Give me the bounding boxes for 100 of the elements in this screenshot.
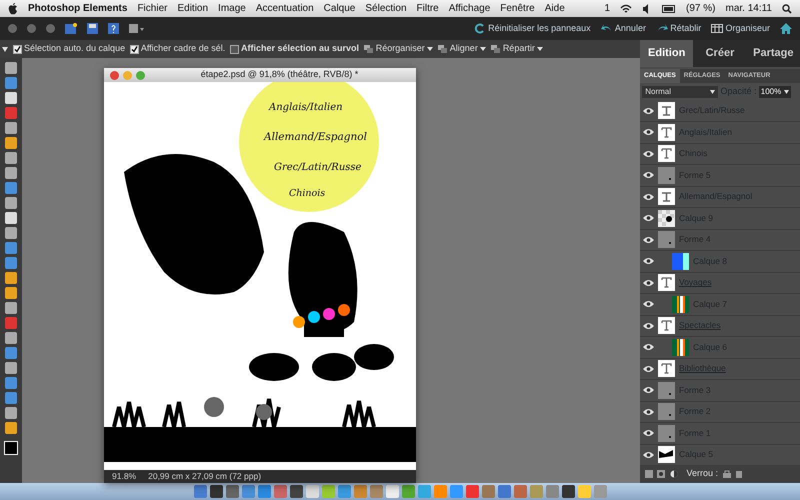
visibility-eye-icon[interactable] (643, 192, 654, 201)
visibility-eye-icon[interactable] (643, 257, 654, 266)
dropdown-menu-button[interactable]: Aligner (450, 42, 478, 56)
visibility-eye-icon[interactable] (643, 343, 654, 352)
caret-icon[interactable] (480, 47, 486, 51)
toolbar-action[interactable]: Réinitialiser les panneaux (488, 22, 591, 36)
save-icon[interactable] (87, 23, 98, 34)
toolbar-action[interactable]: Organiseur (725, 22, 770, 36)
visibility-eye-icon[interactable] (643, 278, 654, 287)
adjustment-icon[interactable] (670, 470, 678, 478)
visibility-eye-icon[interactable] (643, 106, 654, 115)
checkbox[interactable] (130, 44, 139, 54)
mode-tab[interactable]: Partage (746, 40, 800, 66)
window-control[interactable] (8, 24, 17, 33)
new-file-icon[interactable] (65, 23, 77, 34)
tool-icon[interactable] (5, 272, 17, 284)
tool-icon[interactable] (5, 152, 17, 164)
visibility-eye-icon[interactable] (643, 408, 654, 416)
caret-icon[interactable] (427, 47, 434, 51)
visibility-eye-icon[interactable] (643, 150, 654, 158)
menu-item[interactable]: Sélection (365, 1, 407, 16)
tool-icon[interactable] (5, 392, 17, 404)
tool-icon[interactable] (5, 407, 17, 419)
dock-app-icon[interactable] (226, 485, 238, 498)
menu-item[interactable]: Calque (324, 1, 356, 16)
tool-icon[interactable] (5, 197, 17, 209)
menu-item[interactable]: Fenêtre (500, 1, 535, 16)
tool-icon[interactable] (5, 62, 17, 74)
home-icon[interactable] (780, 23, 792, 34)
color-swatch-icon[interactable] (4, 441, 18, 455)
menu-item[interactable]: Affichage (448, 1, 490, 16)
new-layer-icon[interactable] (644, 470, 652, 478)
visibility-eye-icon[interactable] (643, 364, 654, 373)
tool-icon[interactable] (5, 92, 17, 104)
window-control[interactable] (27, 24, 36, 33)
mode-tab[interactable]: Créer (693, 40, 747, 66)
tool-icon[interactable] (5, 77, 17, 89)
opacity-field[interactable]: 100% (758, 86, 790, 98)
tool-icon[interactable] (5, 317, 17, 329)
tool-icon[interactable] (5, 362, 17, 374)
visibility-eye-icon[interactable] (643, 236, 654, 244)
menu-item[interactable]: Fichier (137, 1, 168, 16)
blend-mode-dropdown[interactable]: Normal (642, 86, 718, 98)
visibility-eye-icon[interactable] (643, 300, 654, 308)
visibility-eye-icon[interactable] (643, 429, 654, 438)
dock-app-icon[interactable] (562, 485, 574, 498)
tool-icon[interactable] (5, 122, 17, 134)
mode-tab[interactable]: Edition (640, 40, 694, 66)
visibility-eye-icon[interactable] (643, 128, 654, 136)
menu-item[interactable]: Aide (544, 1, 565, 16)
reset-icon[interactable] (474, 23, 486, 34)
tool-icon[interactable] (5, 347, 17, 359)
search-icon[interactable] (782, 4, 792, 14)
tool-icon[interactable] (5, 377, 17, 389)
visibility-eye-icon[interactable] (643, 386, 654, 394)
visibility-eye-icon[interactable] (643, 171, 654, 180)
input-indicator[interactable]: 1 (604, 1, 610, 16)
layout-icon[interactable] (129, 24, 145, 34)
grid-icon[interactable] (711, 23, 724, 34)
dock-app-icon[interactable] (290, 485, 302, 498)
tool-icon[interactable] (5, 227, 17, 239)
visibility-eye-icon[interactable] (643, 214, 654, 222)
tool-icon[interactable] (5, 137, 17, 149)
caret-icon[interactable] (2, 46, 8, 52)
menu-item[interactable]: Edition (177, 1, 208, 16)
clock[interactable]: mar. 14:11 (725, 1, 772, 16)
mask-icon[interactable] (657, 470, 665, 478)
tool-icon[interactable] (5, 167, 17, 179)
zoom-level[interactable]: 91.8% (112, 470, 136, 483)
lock-icon[interactable] (722, 470, 731, 478)
caret-icon[interactable] (537, 47, 544, 51)
delete-icon[interactable] (735, 470, 744, 478)
dock-app-icon[interactable] (210, 485, 222, 498)
menu-item[interactable]: Filtre (416, 1, 439, 16)
tool-icon[interactable] (5, 302, 17, 314)
visibility-eye-icon[interactable] (643, 322, 654, 330)
app-menu[interactable]: Photoshop Elements (28, 1, 128, 16)
wifi-icon[interactable] (620, 4, 632, 14)
menu-item[interactable]: Accentuation (256, 1, 314, 16)
window-control[interactable] (46, 24, 55, 33)
tool-icon[interactable] (5, 242, 17, 254)
tool-icon[interactable] (5, 182, 17, 194)
tool-icon[interactable] (5, 212, 17, 224)
menu-item[interactable]: Image (218, 1, 246, 16)
help-icon[interactable] (108, 23, 119, 34)
checkbox[interactable] (230, 44, 239, 54)
dropdown-menu-button[interactable]: Réorganiser (376, 42, 425, 56)
tool-icon[interactable] (5, 422, 17, 434)
visibility-eye-icon[interactable] (643, 450, 654, 459)
layer-thumbnail (658, 317, 675, 334)
dropdown-menu-button[interactable]: Répartir (502, 42, 535, 56)
toolbar-action[interactable]: Rétablir (670, 22, 702, 36)
battery-icon[interactable] (662, 4, 676, 12)
apple-icon[interactable] (8, 2, 18, 14)
tool-icon[interactable] (5, 332, 17, 344)
checkbox[interactable] (12, 44, 22, 54)
tool-icon[interactable] (5, 287, 17, 299)
tool-icon[interactable] (5, 107, 17, 119)
toolbar-action[interactable]: Annuler (614, 22, 646, 36)
tool-icon[interactable] (5, 257, 17, 269)
